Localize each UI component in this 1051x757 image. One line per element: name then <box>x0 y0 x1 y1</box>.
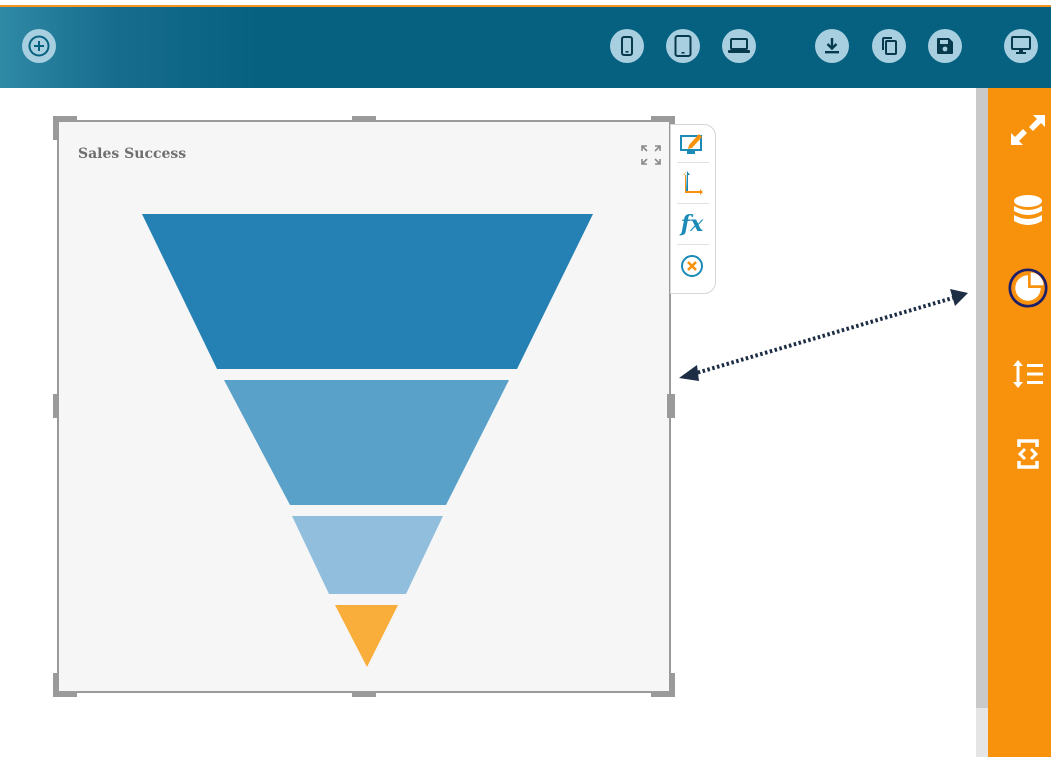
dotted-double-arrow <box>679 289 968 381</box>
app-root: Sales Success fx <box>0 0 1051 757</box>
